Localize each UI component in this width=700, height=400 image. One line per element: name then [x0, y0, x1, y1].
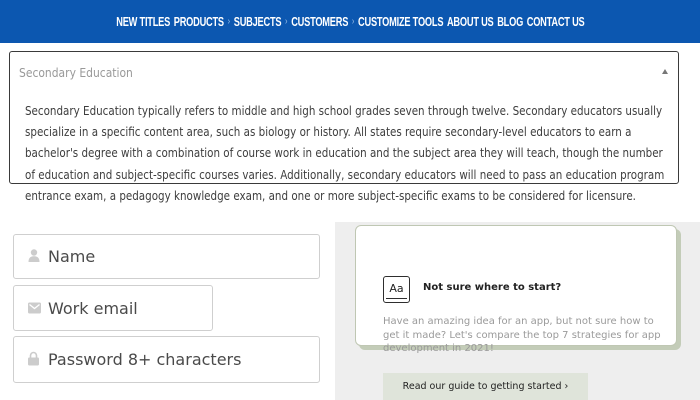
nav-links: NEW TITLES PRODUCTS › SUBJECTS › CUSTOME… — [116, 15, 584, 29]
accordion-title: Secondary Education — [19, 64, 133, 80]
password-field[interactable]: Password 8+ characters — [13, 336, 320, 383]
nav-products[interactable]: PRODUCTS — [173, 15, 223, 29]
nav-about-us[interactable]: ABOUT US — [447, 15, 494, 29]
nav-separator: › — [227, 16, 230, 27]
name-input[interactable]: Name — [48, 235, 308, 278]
user-icon — [28, 247, 40, 266]
lock-icon — [28, 350, 39, 369]
email-field[interactable]: Work email — [13, 285, 213, 331]
nav-separator: › — [284, 16, 288, 27]
read-guide-button[interactable]: Read our guide to getting started › — [383, 373, 588, 400]
nav-subjects[interactable]: SUBJECTS — [233, 15, 281, 29]
nav-contact-us[interactable]: CONTACT US — [526, 15, 584, 29]
accordion-body: Secondary Education typically refers to … — [25, 100, 685, 206]
promo-card-description: Have an amazing idea for an app, but not… — [383, 316, 661, 354]
book-icon: Aa — [383, 276, 410, 303]
mail-icon — [28, 299, 41, 318]
email-input[interactable]: Work email — [48, 286, 308, 330]
top-navigation: NEW TITLES PRODUCTS › SUBJECTS › CUSTOME… — [0, 0, 700, 43]
nav-separator: › — [351, 16, 354, 27]
password-input[interactable]: Password 8+ characters — [48, 337, 308, 382]
nav-blog[interactable]: BLOG — [497, 15, 523, 29]
nav-customize-tools[interactable]: CUSTOMIZE TOOLS — [358, 15, 443, 29]
name-field[interactable]: Name — [13, 234, 320, 279]
nav-new-titles[interactable]: NEW TITLES — [116, 15, 170, 29]
accordion-header[interactable]: Secondary Education — [10, 52, 678, 92]
promo-card-title: Not sure where to start? — [423, 282, 562, 293]
caret-up-icon[interactable] — [662, 69, 668, 74]
accordion-body-text: Secondary Education typically refers to … — [25, 103, 665, 203]
nav-customers[interactable]: CUSTOMERS — [291, 15, 348, 29]
